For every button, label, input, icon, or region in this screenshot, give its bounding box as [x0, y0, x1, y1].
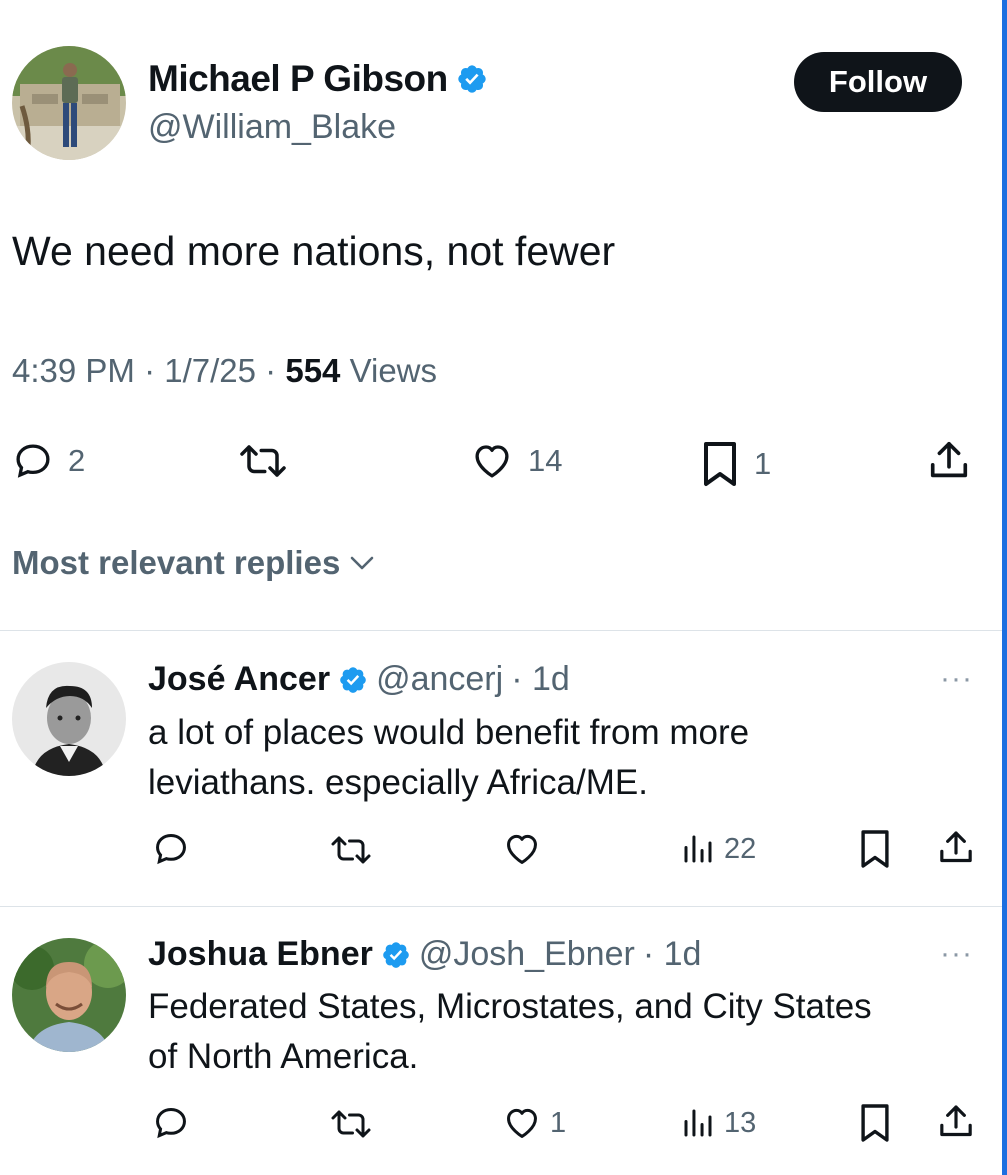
like-count: 14	[528, 443, 563, 478]
share-icon	[926, 438, 972, 484]
tweet-meta: 4:39 PM · 1/7/25 · 554 Views	[12, 352, 437, 390]
divider	[0, 906, 1002, 907]
views-icon	[680, 1104, 716, 1142]
reply-count: 2	[68, 443, 86, 478]
bookmark-icon	[858, 1102, 892, 1144]
reply-text-line: Federated States, Microstates, and City …	[148, 987, 872, 1026]
divider	[0, 630, 1002, 631]
reply-age[interactable]: · 1d	[643, 935, 702, 974]
main-author-name-row[interactable]: Michael P Gibson	[148, 58, 488, 100]
reply-age[interactable]: · 1d	[511, 660, 570, 699]
views-count: 554	[285, 352, 341, 389]
share-action[interactable]	[936, 828, 976, 868]
like-icon	[502, 1104, 542, 1142]
retweet-action[interactable]	[236, 440, 290, 482]
reply-author-name[interactable]: Joshua Ebner	[148, 935, 373, 974]
views-count: 22	[724, 832, 757, 865]
reply-icon	[152, 1104, 190, 1142]
reply-author-name[interactable]: José Ancer	[148, 660, 330, 699]
reply-author-handle[interactable]: @Josh_Ebner	[419, 935, 635, 974]
reply-icon	[12, 440, 54, 482]
replies-sort-label: Most relevant replies	[12, 544, 341, 581]
reply-text: a lot of places would benefit from more …	[148, 708, 749, 808]
like-action[interactable]: 1	[502, 1104, 566, 1142]
more-icon[interactable]: ···	[940, 937, 973, 971]
reply-text: Federated States, Microstates, and City …	[148, 982, 872, 1082]
reply-action[interactable]: 2	[12, 440, 85, 482]
bookmark-icon	[858, 828, 892, 870]
retweet-icon	[328, 832, 374, 868]
reply-header: Joshua Ebner @Josh_Ebner · 1d	[148, 935, 701, 974]
main-author-avatar[interactable]	[12, 46, 126, 160]
reply-action[interactable]	[152, 1104, 190, 1142]
share-action[interactable]	[936, 1102, 976, 1142]
share-action[interactable]	[926, 438, 972, 484]
retweet-action[interactable]	[328, 832, 374, 868]
bookmark-count: 1	[754, 446, 772, 481]
bookmark-action[interactable]: 1	[700, 440, 771, 488]
tweet-date[interactable]: 1/7/25	[164, 352, 256, 389]
views-action[interactable]: 13	[680, 1104, 756, 1142]
like-icon	[470, 440, 514, 482]
views-icon	[680, 830, 716, 868]
bookmark-action[interactable]	[858, 1102, 892, 1144]
like-icon	[502, 830, 542, 868]
replies-sort-toggle[interactable]: Most relevant replies	[12, 544, 376, 582]
like-action[interactable]: 14	[470, 440, 562, 482]
retweet-icon	[328, 1106, 374, 1142]
main-author-name[interactable]: Michael P Gibson	[148, 58, 448, 100]
views-count: 13	[724, 1106, 757, 1139]
reply-author-avatar[interactable]	[12, 662, 126, 776]
follow-button[interactable]: Follow	[794, 52, 962, 112]
reply-action[interactable]	[152, 830, 190, 868]
window-edge	[1002, 0, 1007, 1175]
chevron-down-icon	[348, 553, 376, 573]
reply-text-line: leviathans. especially Africa/ME.	[148, 763, 648, 802]
retweet-action[interactable]	[328, 1106, 374, 1142]
views-action[interactable]: 22	[680, 830, 756, 868]
reply-text-line: of North America.	[148, 1037, 419, 1076]
tweet-text: We need more nations, not fewer	[12, 228, 616, 274]
main-author-handle[interactable]: @William_Blake	[148, 108, 396, 147]
retweet-icon	[236, 440, 290, 482]
reply-header: José Ancer @ancerj · 1d	[148, 660, 570, 699]
bookmark-action[interactable]	[858, 828, 892, 870]
reply-icon	[152, 830, 190, 868]
reply-author-avatar[interactable]	[12, 938, 126, 1052]
like-count: 1	[550, 1106, 567, 1139]
reply-text-line: a lot of places would benefit from more	[148, 713, 750, 752]
meta-separator: ·	[144, 352, 156, 389]
tweet-time[interactable]: 4:39 PM	[12, 352, 135, 389]
views-label: Views	[349, 352, 438, 389]
like-action[interactable]	[502, 830, 550, 868]
more-icon[interactable]: ···	[940, 662, 973, 696]
verified-badge-icon	[456, 63, 488, 95]
verified-badge-icon	[338, 665, 368, 695]
share-icon	[936, 828, 976, 868]
share-icon	[936, 1102, 976, 1142]
verified-badge-icon	[381, 940, 411, 970]
meta-separator: ·	[265, 352, 277, 389]
bookmark-icon	[700, 440, 740, 488]
reply-author-handle[interactable]: @ancerj	[376, 660, 503, 699]
